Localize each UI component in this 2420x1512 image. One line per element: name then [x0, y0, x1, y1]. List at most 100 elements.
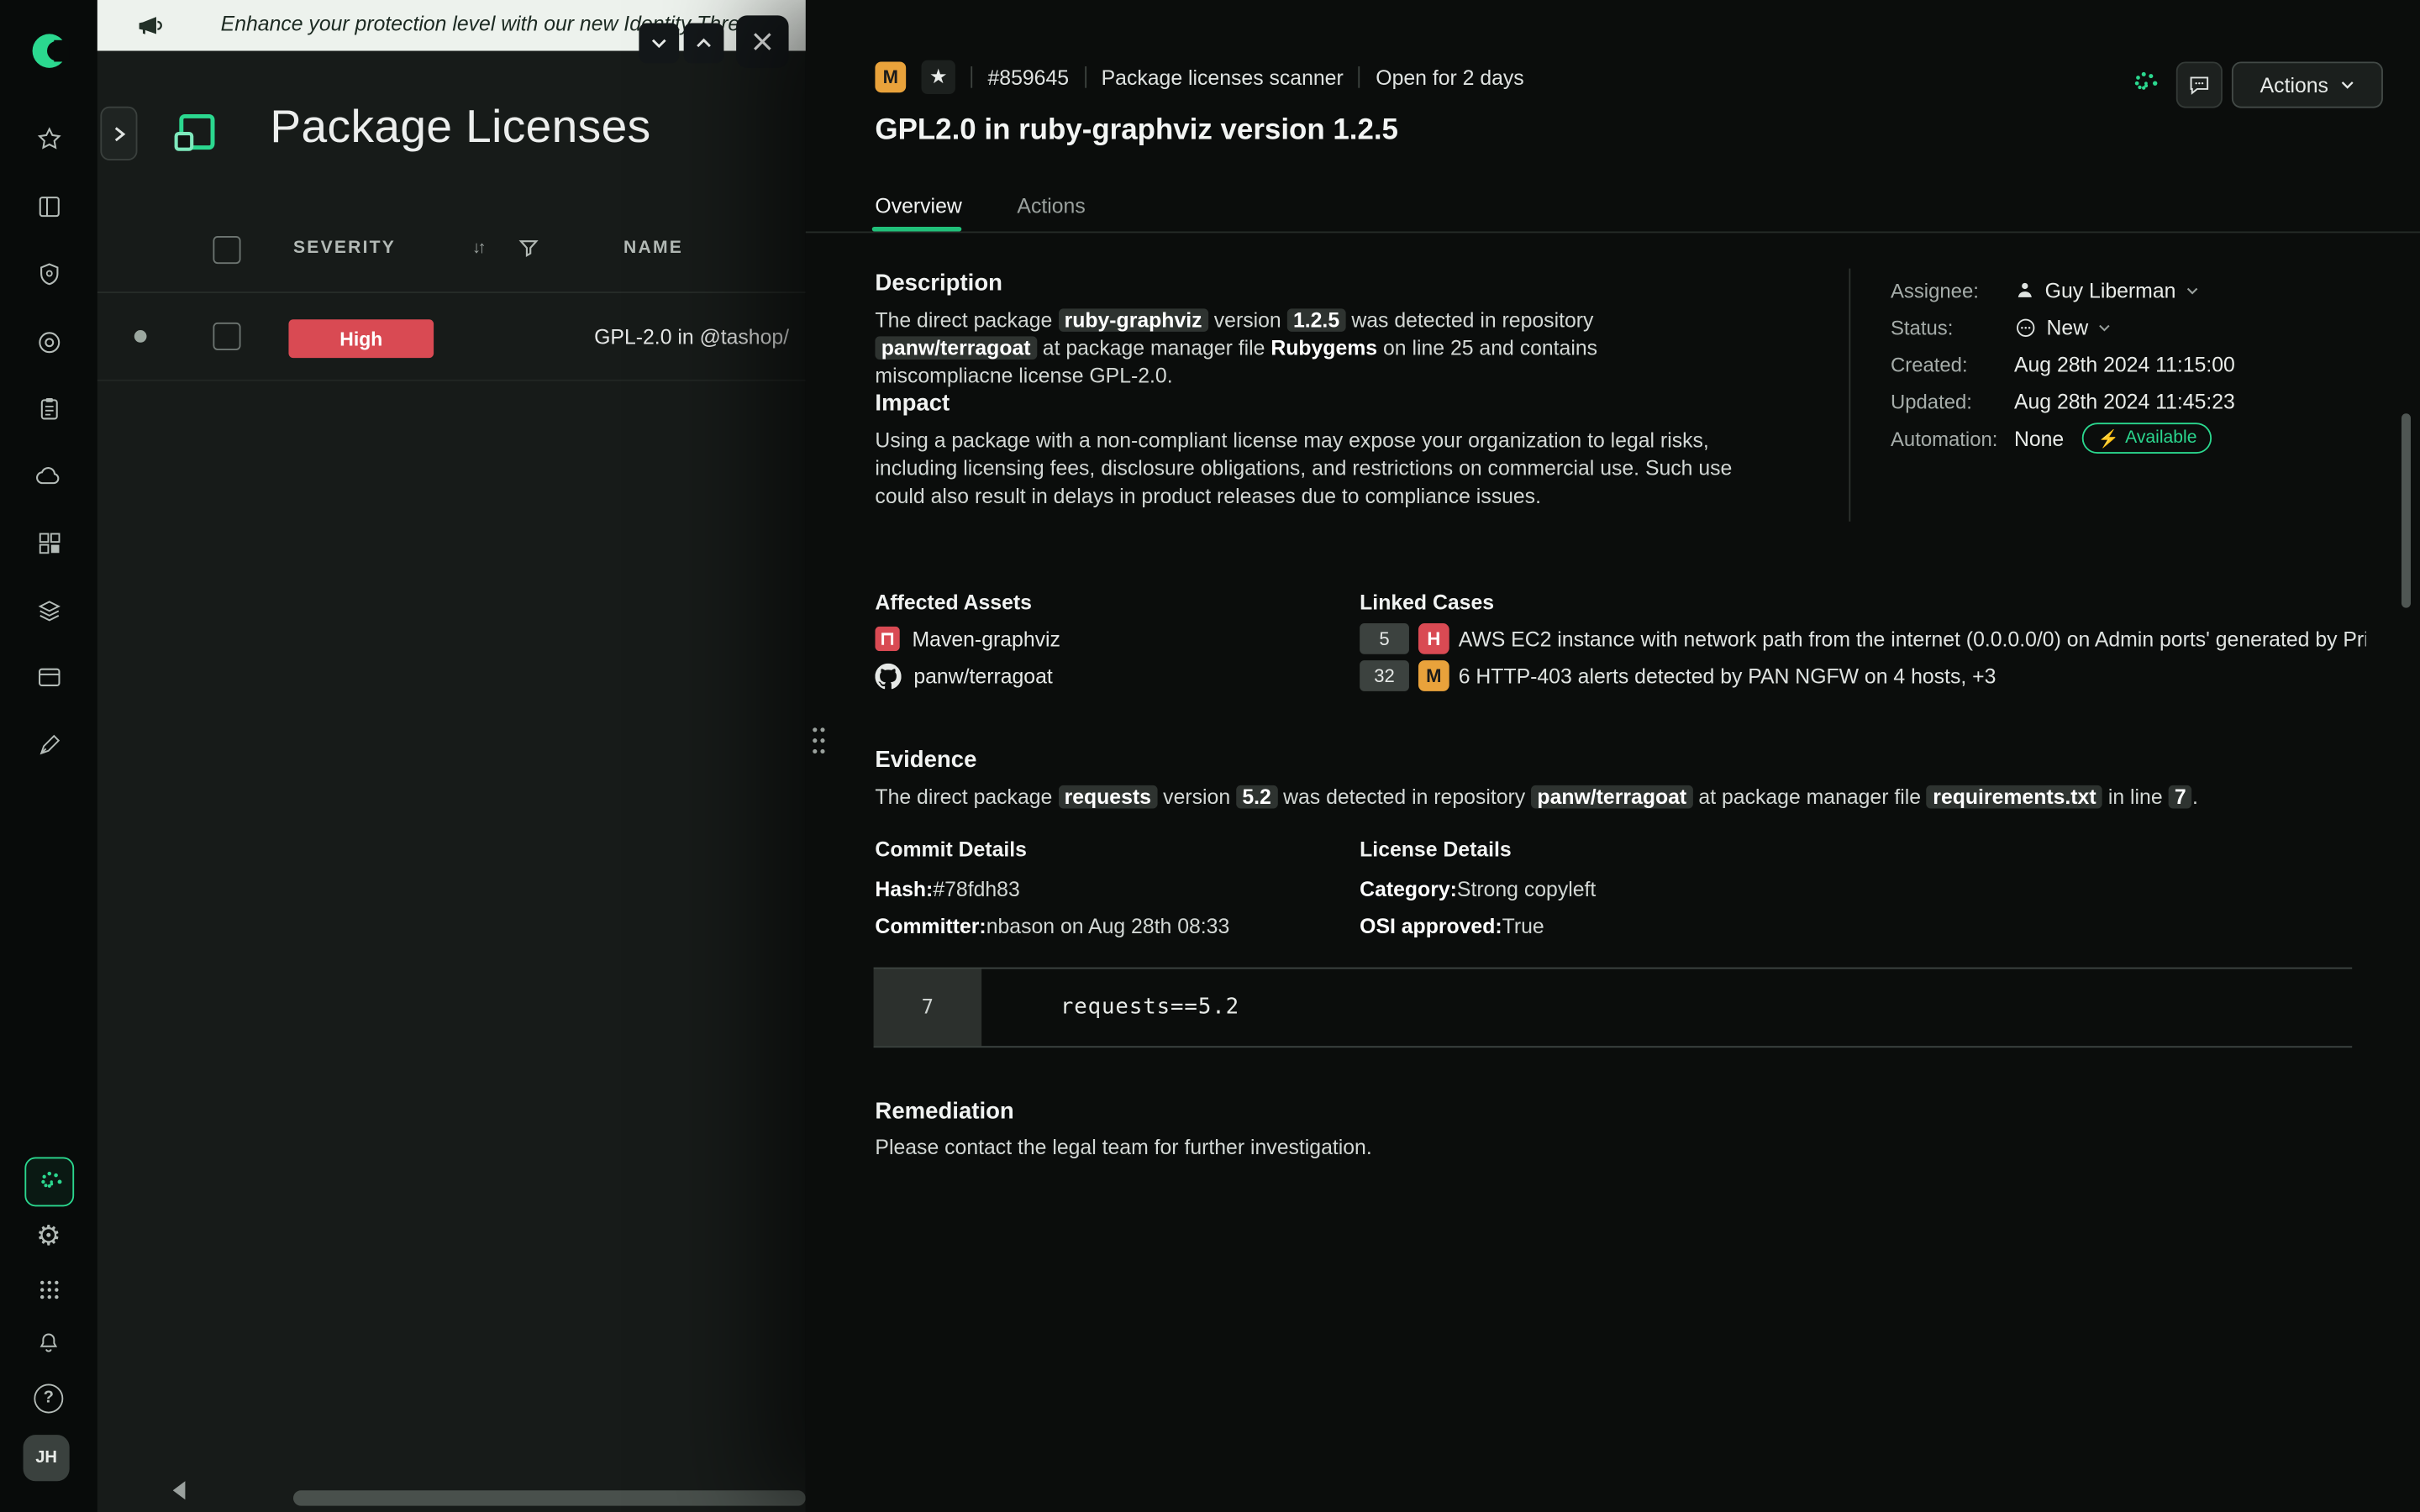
nav-sidebar: ⚙ ? JH [0, 0, 97, 1512]
status-new-icon [2014, 316, 2038, 339]
updated-value: Aug 28th 2024 11:45:23 [2014, 390, 2235, 413]
column-header-name[interactable]: NAME [623, 239, 683, 258]
github-icon [875, 663, 901, 689]
actions-button[interactable]: Actions [2232, 61, 2383, 108]
asset-item[interactable]: Maven-graphviz [875, 620, 1060, 657]
scroll-left-icon[interactable] [170, 1479, 188, 1501]
evidence-code-block: 7 requests==5.2 [874, 968, 2353, 1048]
collapse-panel-button[interactable] [100, 107, 137, 160]
created-label: Created: [1891, 353, 2014, 376]
chevron-down-icon [2097, 320, 2112, 334]
active-tab-underline [872, 227, 962, 232]
evidence-heading: Evidence [875, 747, 976, 773]
horizontal-scrollbar[interactable] [293, 1490, 806, 1505]
automation-spark-icon[interactable] [2127, 66, 2160, 100]
description-heading: Description [875, 270, 1002, 296]
automation-spiral-icon [34, 1167, 65, 1198]
assignee-label: Assignee: [1891, 279, 2014, 302]
sort-icon[interactable]: ↓↑ [472, 239, 483, 258]
sidebar-item-settings[interactable]: ⚙ [0, 1222, 97, 1250]
package-licenses-panel: Package Licenses SEVERITY ↓↑ NAME High G… [97, 51, 806, 1512]
assignee-name: Guy Liberman [2045, 279, 2176, 302]
gear-icon: ⚙ [36, 1222, 61, 1250]
tab-overview[interactable]: Overview [875, 194, 961, 218]
banner-next-button[interactable] [684, 24, 724, 64]
select-all-checkbox[interactable] [213, 236, 240, 264]
filter-icon[interactable] [517, 236, 540, 260]
linked-case[interactable]: 5 H AWS EC2 instance with network path f… [1360, 620, 2366, 657]
sidebar-item-favorites[interactable] [0, 125, 97, 153]
automation-label: Automation: [1891, 427, 2014, 450]
chevron-down-icon [2185, 283, 2199, 297]
sidebar-item-notifications[interactable] [0, 1328, 97, 1356]
sidebar-item-dashboards[interactable] [0, 193, 97, 221]
impact-text: Using a package with a non-compliant lic… [875, 428, 1777, 511]
description-text: The direct package ruby-graphviz version… [875, 307, 1721, 391]
sidebar-item-threats[interactable] [0, 260, 97, 288]
target-icon [34, 328, 62, 356]
row-checkbox[interactable] [213, 323, 240, 350]
issue-id: #859645 [988, 66, 1070, 89]
sidebar-item-exposure[interactable] [0, 328, 97, 356]
drawer-scrollbar[interactable] [2402, 413, 2411, 607]
commit-committer: Committer: nbason on Aug 28th 08:33 [875, 907, 1229, 944]
asset-item[interactable]: panw/terragoat [875, 657, 1052, 694]
issue-title: GPL2.0 in ruby-graphviz version 1.2.5 [875, 114, 1398, 148]
clipboard-icon [34, 395, 62, 423]
divider [1359, 66, 1360, 88]
sidebar-item-cloud[interactable] [0, 463, 97, 491]
sidebar-item-automation-active[interactable] [24, 1158, 74, 1207]
impact-heading: Impact [875, 391, 950, 417]
pen-icon [34, 732, 62, 759]
widgets-icon [34, 529, 62, 557]
code-line-number: 7 [874, 969, 982, 1046]
browser-icon [34, 664, 62, 691]
tab-actions[interactable]: Actions [1017, 194, 1085, 218]
sidebar-item-help[interactable]: ? [0, 1384, 97, 1412]
actions-button-label: Actions [2260, 73, 2328, 97]
drawer-resize-handle[interactable] [808, 722, 827, 759]
sidebar-item-layers[interactable] [0, 597, 97, 625]
sidebar-item-widgets[interactable] [0, 529, 97, 557]
license-category: Category: Strong copyleft [1360, 870, 1596, 907]
comments-button[interactable] [2176, 61, 2223, 108]
asset-name: panw/terragoat [913, 664, 1052, 688]
case-severity-badge: M [1418, 660, 1449, 691]
sidebar-item-assets[interactable] [0, 664, 97, 691]
linked-case[interactable]: 32 M 6 HTTP-403 alerts detected by PAN N… [1360, 657, 1996, 694]
chevron-up-icon [695, 34, 713, 52]
severity-badge: High [288, 319, 434, 358]
issue-header-row: M ★ #859645 Package licenses scanner Ope… [875, 59, 1523, 96]
column-header-severity[interactable]: SEVERITY [293, 239, 396, 258]
close-icon [751, 31, 773, 53]
issue-severity-badge: M [875, 61, 906, 92]
sidebar-item-apps[interactable] [0, 1276, 97, 1304]
sidebar-item-playbooks[interactable] [0, 732, 97, 759]
assignee-value[interactable]: Guy Liberman [2014, 279, 2199, 302]
automation-value: None [2014, 427, 2064, 450]
star-toggle[interactable]: ★ [922, 60, 955, 94]
grid-icon [36, 1278, 60, 1302]
status-value[interactable]: New [2014, 316, 2112, 339]
issue-source: Package licenses scanner [1102, 66, 1344, 89]
table-row[interactable]: High GPL-2.0 in @tashop/ [97, 293, 806, 381]
chat-icon [2187, 72, 2212, 97]
sidebar-item-reports[interactable] [0, 395, 97, 423]
banner-close-button[interactable] [736, 15, 788, 67]
automation-available-badge[interactable]: ⚡ Available [2082, 423, 2212, 454]
meta-updated-row: Updated: Aug 28th 2024 11:45:23 [1891, 383, 2400, 420]
row-issue-name[interactable]: GPL-2.0 in @tashop/ [594, 326, 789, 349]
brand-logo-icon[interactable] [0, 31, 97, 71]
license-osi: OSI approved: True [1360, 907, 1544, 944]
affected-assets-heading: Affected Assets [875, 591, 1032, 614]
module-icon [175, 111, 217, 153]
banner-prev-button[interactable] [639, 24, 679, 64]
remediation-heading: Remediation [875, 1099, 1013, 1125]
tabs-divider [806, 232, 2420, 234]
case-severity-badge: H [1418, 623, 1449, 654]
evidence-text: The direct package requests version 5.2 … [875, 784, 2326, 811]
bell-icon [35, 1329, 61, 1355]
user-avatar[interactable]: JH [24, 1435, 70, 1481]
help-icon: ? [34, 1383, 63, 1413]
chevron-down-icon [2339, 77, 2354, 92]
